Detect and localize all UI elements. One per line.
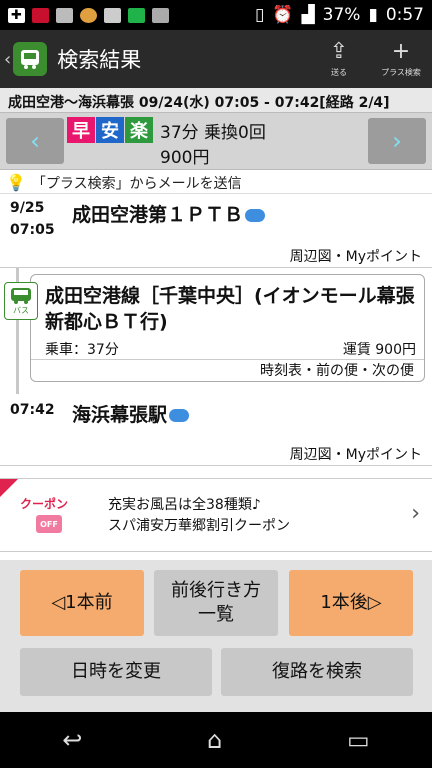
image-icon — [56, 7, 73, 23]
coupon-banner[interactable]: クーポン OFF 充実お風呂は全38種類♪ スパ浦安万華郷割引クーポン › — [0, 478, 432, 552]
return-route-button[interactable]: 復路を検索 — [221, 648, 413, 696]
share-button[interactable]: ⇪ 送る — [308, 30, 370, 88]
battery-icon: ▮ — [368, 5, 378, 25]
page-title: 検索結果 — [57, 48, 142, 72]
app-notification-icon — [32, 7, 49, 23]
add-icon: ✚ — [8, 7, 25, 23]
mail-link[interactable]: 💡 「プラス検索」からメールを送信 — [0, 172, 432, 194]
arrival-links[interactable]: 周辺図・Myポイント — [0, 442, 432, 466]
coupon-text: 充実お風呂は全38種類♪ スパ浦安万華郷割引クーポン — [108, 495, 290, 537]
duration-transfers: 37分 乗換0回 — [160, 123, 266, 143]
line-name[interactable]: 成田空港線［千葉中央］(イオンモール幕張新都心ＢＴ行) — [45, 283, 415, 335]
segment-fare: 運賃 900円 — [342, 342, 416, 358]
weather-icon — [245, 209, 266, 222]
character-icon — [80, 7, 97, 23]
home-icon[interactable]: ⌂ — [207, 726, 222, 754]
arrival-station-label: 海浜幕張駅 — [72, 404, 168, 426]
bus-icon: バス — [4, 282, 38, 320]
chevron-right-icon: › — [392, 127, 402, 155]
route-list-button[interactable]: 前後行き方一覧 — [154, 570, 278, 636]
departure-station[interactable]: 成田空港第１ＰＴＢ — [72, 200, 266, 227]
route-summary: ‹ 早 安 楽 37分 乗換0回 900円 › — [0, 112, 432, 170]
status-bar: ✚ ▯ ⏰ ▟ 37% ▮ 0:57 — [0, 0, 432, 30]
timetable-links[interactable]: 時刻表・前の便・次の便 — [31, 359, 424, 381]
alarm-icon: ⏰ — [272, 5, 294, 25]
badge-fast: 早 — [67, 117, 95, 143]
system-nav-bar: ↩ ⌂ ▭ — [0, 712, 432, 768]
departure-time: 07:05 — [10, 222, 55, 238]
badge-cheap: 安 — [96, 117, 124, 143]
arrival-time: 07:42 — [10, 402, 55, 418]
next-train-button[interactable]: 1本後▷ — [289, 570, 413, 636]
app-logo-icon[interactable] — [13, 42, 48, 76]
line-icon — [128, 7, 145, 23]
departure-links[interactable]: 周辺図・Myポイント — [0, 244, 432, 268]
route-header: 成田空港～海浜幕張 09/24(水) 07:05 - 07:42[経路 2/4] — [0, 88, 432, 112]
signal-icon: ▟ — [301, 5, 315, 25]
badge-easy: 楽 — [125, 117, 153, 143]
departure-station-label: 成田空港第１ＰＴＢ — [72, 204, 244, 226]
coupon-off-icon: OFF — [36, 515, 62, 533]
mail-link-label: 「プラス検索」からメールを送信 — [31, 175, 242, 192]
total-fare: 900円 — [160, 148, 210, 168]
share-label: 送る — [331, 67, 347, 77]
recents-icon[interactable]: ▭ — [347, 726, 370, 754]
vibrate-icon: ▯ — [255, 5, 265, 25]
plus-search-label: プラス検索 — [381, 67, 421, 77]
battery-text: 37% — [322, 5, 361, 25]
next-route-button[interactable]: › — [368, 118, 426, 164]
prev-train-button[interactable]: ◁1本前 — [20, 570, 144, 636]
coupon-corner — [0, 479, 18, 497]
bus-icon-label: バス — [13, 305, 29, 315]
app-bar: ‹ 検索結果 ⇪ 送る + プラス検索 — [0, 30, 432, 88]
clock: 0:57 — [385, 5, 424, 25]
prev-route-button[interactable]: ‹ — [6, 118, 64, 164]
ride-duration: 乗車：37分 — [45, 342, 119, 358]
coupon-label: クーポン — [20, 497, 69, 511]
weather-icon — [169, 409, 190, 422]
coupon-line2: スパ浦安万華郷割引クーポン — [108, 518, 290, 534]
action-buttons: ◁1本前 前後行き方一覧 1本後▷ 日時を変更 復路を検索 — [0, 560, 432, 712]
lightbulb-icon: 💡 — [6, 173, 26, 192]
share-icon: ⇪ — [329, 38, 349, 64]
chevron-right-icon: › — [411, 501, 420, 526]
change-datetime-button[interactable]: 日時を変更 — [20, 648, 212, 696]
back-icon[interactable]: ‹ — [4, 49, 11, 70]
mail-icon — [104, 7, 121, 23]
plus-icon: + — [391, 38, 411, 64]
chevron-left-icon: ‹ — [30, 127, 40, 155]
coupon-line1: 充実お風呂は全38種類♪ — [108, 497, 261, 513]
facebook-icon — [152, 7, 169, 23]
transit-segment-card: 成田空港線［千葉中央］(イオンモール幕張新都心ＢＴ行) 乗車：37分 運賃 90… — [30, 274, 425, 382]
notification-icons: ✚ — [8, 7, 169, 23]
departure-date: 9/25 — [10, 200, 45, 216]
plus-search-button[interactable]: + プラス検索 — [370, 30, 432, 88]
back-icon[interactable]: ↩ — [62, 726, 82, 754]
arrival-station[interactable]: 海浜幕張駅 — [72, 400, 190, 427]
